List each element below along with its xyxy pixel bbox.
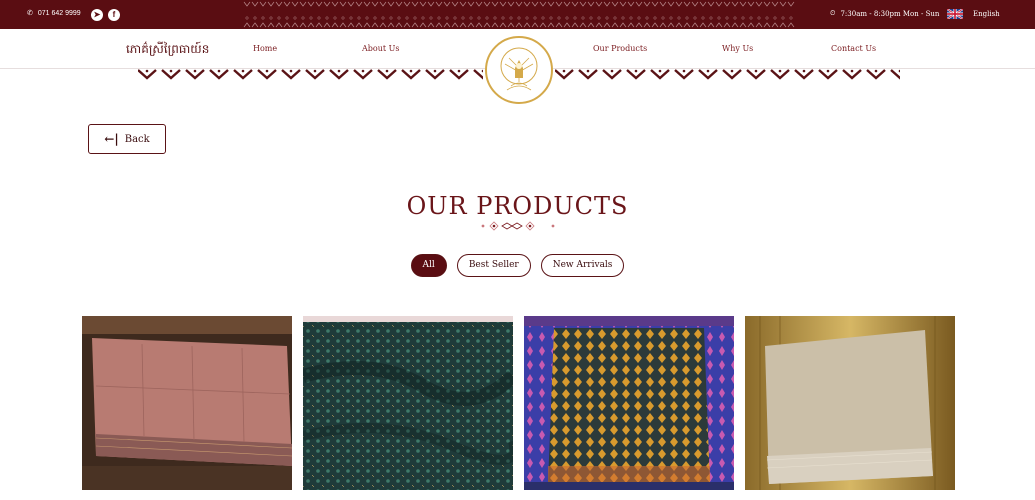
arrow-left-icon: ←| bbox=[104, 132, 119, 146]
zigzag-border-right bbox=[555, 69, 900, 80]
product-card-2[interactable] bbox=[303, 316, 513, 490]
filter-best-seller[interactable]: Best Seller bbox=[456, 254, 531, 277]
filter-all[interactable]: All bbox=[410, 254, 447, 277]
phone-number: 071 642 9999 bbox=[37, 9, 81, 17]
nav-contact-us[interactable]: Contact Us bbox=[831, 44, 876, 53]
social-links: ➤ f bbox=[91, 9, 120, 21]
product-image-pink-silk bbox=[82, 316, 292, 490]
language-label: English bbox=[973, 10, 1000, 18]
clock-icon: ⏲ bbox=[830, 9, 836, 17]
site-logo[interactable] bbox=[485, 36, 553, 104]
nav-our-products[interactable]: Our Products bbox=[593, 44, 647, 53]
uk-flag-icon bbox=[947, 9, 963, 19]
top-bar: ✆ 071 642 9999 ➤ f ⏲ 7:30am - 8:30pm Mon… bbox=[0, 0, 1035, 29]
facebook-icon[interactable]: f bbox=[108, 9, 120, 21]
product-card-3[interactable] bbox=[524, 316, 734, 490]
telegram-icon[interactable]: ➤ bbox=[91, 9, 103, 21]
product-card-4[interactable] bbox=[745, 316, 955, 490]
product-image-beige-silk bbox=[745, 316, 955, 490]
product-image-blue-gold-silk bbox=[524, 316, 734, 490]
language-switcher[interactable]: English bbox=[947, 9, 1000, 19]
title-ornament-icon bbox=[481, 221, 555, 231]
zigzag-border-left bbox=[138, 69, 483, 80]
back-label: Back bbox=[124, 133, 150, 145]
phone-contact[interactable]: ✆ 071 642 9999 bbox=[27, 9, 81, 18]
back-button[interactable]: ←| Back bbox=[88, 124, 166, 154]
product-filters: All Best Seller New Arrivals bbox=[0, 254, 1035, 277]
product-card-1[interactable] bbox=[82, 316, 292, 490]
hours-text: 7:30am - 8:30pm Mon - Sun bbox=[840, 9, 940, 18]
nav-home[interactable]: Home bbox=[253, 44, 277, 53]
textile-pattern-top bbox=[243, 1, 795, 28]
product-image-teal-silk bbox=[303, 316, 513, 490]
temple-tree-logo-icon bbox=[500, 47, 538, 91]
nav-about-us[interactable]: About Us bbox=[362, 44, 399, 53]
nav-why-us[interactable]: Why Us bbox=[722, 44, 753, 53]
brand-name[interactable]: ភោគ៌ស្រីព្រៃធាយ៍ន bbox=[126, 41, 209, 59]
opening-hours: ⏲ 7:30am - 8:30pm Mon - Sun bbox=[830, 9, 939, 18]
filter-new-arrivals[interactable]: New Arrivals bbox=[540, 254, 625, 277]
page-title: OUR PRODUCTS bbox=[406, 192, 629, 220]
phone-icon: ✆ bbox=[27, 10, 33, 17]
